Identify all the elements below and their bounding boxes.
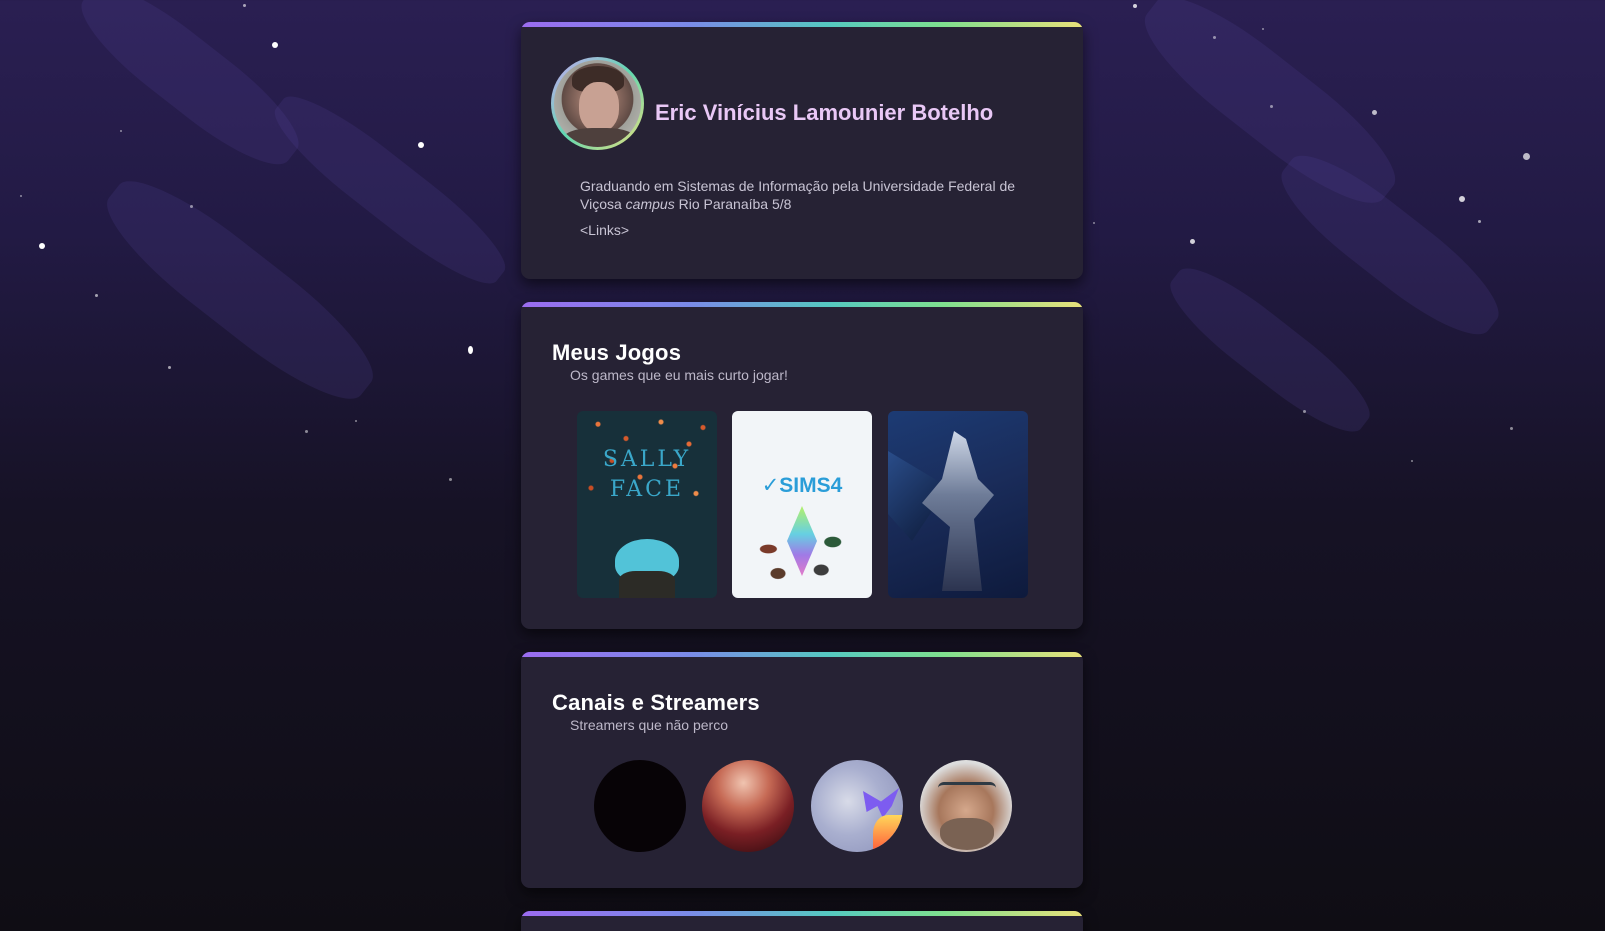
games-card: Meus Jogos Os games que eu mais curto jo…	[521, 302, 1083, 629]
star	[1270, 105, 1273, 108]
game-cover-sims-4[interactable]: ✓SIMS4	[732, 411, 872, 598]
profile-card: Eric Vinícius Lamounier Botelho Graduand…	[521, 22, 1083, 279]
background-streak	[1156, 252, 1384, 448]
star	[305, 430, 308, 433]
avatar-shirt-shape	[562, 128, 637, 147]
star	[1303, 410, 1306, 413]
star	[1411, 460, 1413, 462]
star	[1372, 110, 1377, 115]
flame-shape	[873, 815, 903, 852]
profile-name: Eric Vinícius Lamounier Botelho	[655, 100, 994, 125]
background-streak	[261, 80, 519, 300]
star	[418, 142, 424, 148]
star	[190, 205, 193, 208]
streamers-section-title: Canais e Streamers	[552, 690, 760, 715]
character-body	[619, 571, 675, 598]
description-text-end: Rio Paranaíba 5/8	[674, 196, 792, 212]
streamer-avatar[interactable]	[920, 760, 1012, 852]
game-cover-aion[interactable]	[888, 411, 1028, 598]
next-card	[521, 911, 1083, 931]
star	[468, 346, 473, 354]
cover-characters	[754, 521, 850, 591]
cover-logo: ✓SIMS4	[761, 474, 843, 497]
streamers-card: Canais e Streamers Streamers que não per…	[521, 652, 1083, 888]
links-toggle[interactable]: <Links>	[580, 222, 629, 238]
streamer-avatar[interactable]	[811, 760, 903, 852]
butterfly-icon	[863, 788, 899, 818]
star	[95, 294, 98, 297]
star	[272, 42, 278, 48]
avatar-face-shape	[579, 82, 619, 132]
beard-shape	[940, 818, 994, 850]
avatar-photo	[554, 60, 641, 147]
star	[39, 243, 45, 249]
streamers-section-subtitle: Streamers que não perco	[570, 717, 728, 733]
streamer-avatar[interactable]	[594, 760, 686, 852]
star	[1133, 4, 1137, 8]
games-section-title: Meus Jogos	[552, 340, 682, 365]
profile-avatar	[551, 57, 644, 150]
cover-title: SALLY FACE	[602, 447, 692, 502]
star	[1093, 222, 1095, 224]
background-streak	[89, 159, 391, 421]
star	[243, 4, 246, 7]
star	[168, 366, 171, 369]
star	[1190, 239, 1195, 244]
description-emphasis: campus	[625, 196, 675, 212]
game-cover-sally-face[interactable]: SALLY FACE	[577, 411, 717, 598]
games-section-subtitle: Os games que eu mais curto jogar!	[570, 367, 788, 383]
star	[355, 420, 357, 422]
glasses-shape	[938, 782, 996, 797]
profile-description: Graduando em Sistemas de Informação pela…	[580, 177, 1050, 213]
star	[1510, 427, 1513, 430]
star	[1262, 28, 1264, 30]
star	[1459, 196, 1465, 202]
star	[20, 195, 22, 197]
background-streak	[66, 0, 314, 183]
star	[449, 478, 452, 481]
star	[1478, 220, 1481, 223]
streamer-avatar[interactable]	[702, 760, 794, 852]
star	[1213, 36, 1216, 39]
star	[120, 130, 122, 132]
star	[1523, 153, 1530, 160]
content-column: Eric Vinícius Lamounier Botelho Graduand…	[521, 22, 1083, 931]
